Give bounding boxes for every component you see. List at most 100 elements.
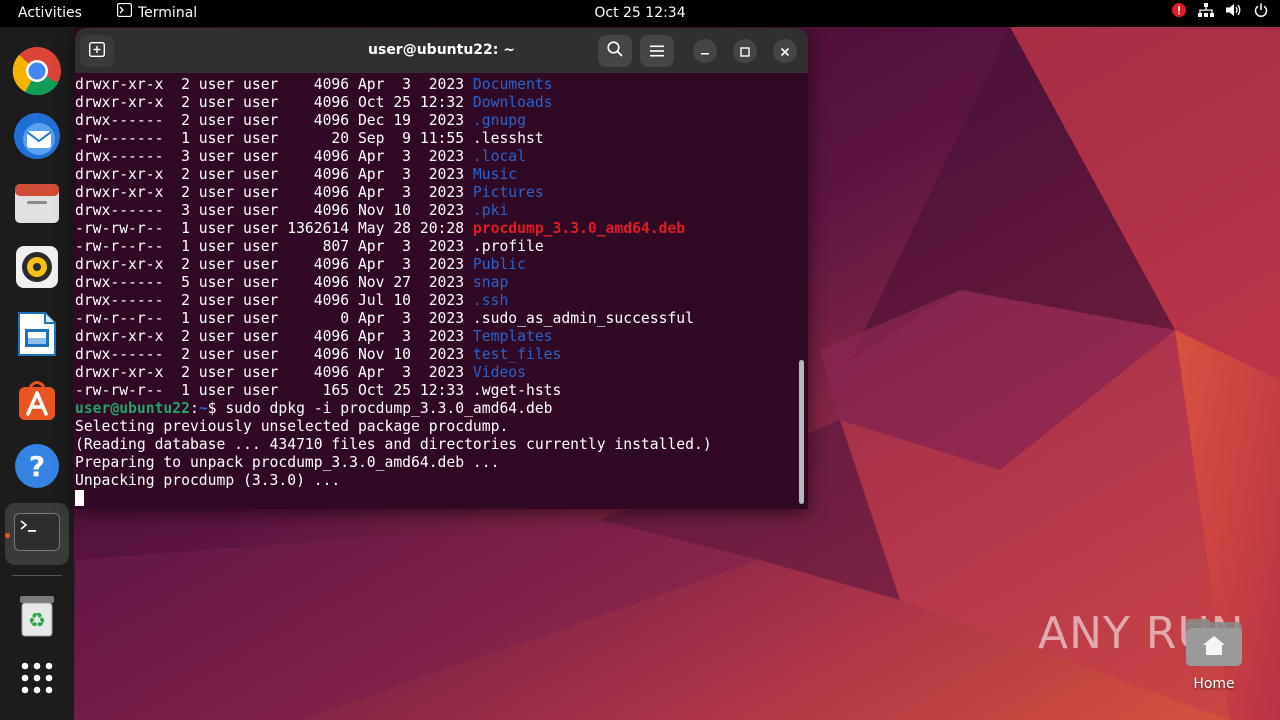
listing-meta: drwxr-xr-x 2 user user 4096 Apr 3 2023	[75, 166, 473, 183]
prompt-colon: :	[189, 400, 199, 417]
dock-terminal[interactable]	[5, 503, 69, 565]
listing-meta: drwxr-xr-x 2 user user 4096 Apr 3 2023	[75, 184, 473, 201]
trash-icon: ♻	[17, 594, 57, 642]
files-icon	[14, 182, 60, 228]
listing-row: -rw-rw-r-- 1 user user 1362614 May 28 20…	[75, 220, 808, 238]
dock-app-center[interactable]	[5, 371, 69, 433]
listing-meta: drwx------ 5 user user 4096 Nov 27 2023	[75, 274, 473, 291]
listing-meta: drwxr-xr-x 2 user user 4096 Apr 3 2023	[75, 256, 473, 273]
dock-trash[interactable]: ♻	[5, 587, 69, 649]
minimize-button[interactable]	[693, 39, 717, 63]
output-line: Unpacking procdump (3.3.0) ...	[75, 472, 341, 489]
close-button[interactable]	[773, 39, 797, 63]
listing-name: .local	[472, 148, 526, 165]
listing-name: Music	[472, 166, 518, 183]
listing-name: test_files	[472, 346, 562, 363]
terminal-icon	[14, 513, 60, 555]
dock-chrome[interactable]	[5, 42, 69, 104]
listing-name: .ssh	[472, 292, 509, 309]
close-icon	[780, 42, 790, 61]
listing-meta: drwx------ 3 user user 4096 Apr 3 2023	[75, 148, 473, 165]
svg-text:♻: ♻	[28, 608, 46, 632]
dock-writer[interactable]	[5, 305, 69, 367]
terminal-scrollbar[interactable]	[799, 360, 804, 504]
top-bar: Activities Terminal Oct 25 12:34	[0, 0, 1280, 27]
listing-name: .wget-hsts	[472, 382, 562, 399]
listing-row: -rw------- 1 user user 20 Sep 9 11:55 .l…	[75, 130, 808, 148]
listing-meta: -rw------- 1 user user 20 Sep 9 11:55	[75, 130, 473, 147]
terminal-window[interactable]: user@ubuntu22: ~ drwxr-xr-x 2 user user …	[75, 28, 808, 509]
cursor-line[interactable]	[75, 490, 808, 508]
clock[interactable]: Oct 25 12:34	[594, 5, 685, 21]
listing-row: drwxr-xr-x 2 user user 4096 Apr 3 2023 T…	[75, 328, 808, 346]
listing-meta: drwx------ 3 user user 4096 Nov 10 2023	[75, 202, 473, 219]
listing-meta: drwxr-xr-x 2 user user 4096 Apr 3 2023	[75, 76, 473, 93]
listing-row: -rw-r--r-- 1 user user 807 Apr 3 2023 .p…	[75, 238, 808, 256]
listing-row: drwxr-xr-x 2 user user 4096 Apr 3 2023 P…	[75, 184, 808, 202]
listing-meta: -rw-rw-r-- 1 user user 165 Oct 25 12:33	[75, 382, 473, 399]
listing-meta: -rw-r--r-- 1 user user 807 Apr 3 2023	[75, 238, 473, 255]
home-folder-icon	[1185, 619, 1243, 672]
thunderbird-icon	[12, 111, 62, 165]
dock-rhythmbox[interactable]	[5, 238, 69, 300]
listing-row: drwx------ 3 user user 4096 Nov 10 2023 …	[75, 202, 808, 220]
power-icon[interactable]	[1254, 0, 1268, 27]
listing-row: drwxr-xr-x 2 user user 4096 Apr 3 2023 P…	[75, 256, 808, 274]
help-icon: ?	[14, 443, 60, 493]
directory-listing: drwxr-xr-x 2 user user 4096 Apr 3 2023 D…	[75, 76, 808, 400]
listing-name: Documents	[472, 76, 553, 93]
terminal-output[interactable]: drwxr-xr-x 2 user user 4096 Apr 3 2023 D…	[75, 76, 808, 509]
listing-row: drwx------ 2 user user 4096 Dec 19 2023 …	[75, 112, 808, 130]
maximize-button[interactable]	[733, 39, 757, 63]
home-label: Home	[1193, 676, 1235, 692]
app-menu-button[interactable]: Terminal	[116, 0, 197, 27]
volume-icon[interactable]	[1226, 0, 1242, 27]
listing-row: drwxr-xr-x 2 user user 4096 Oct 25 12:32…	[75, 94, 808, 112]
output-line: Preparing to unpack procdump_3.3.0_amd64…	[75, 454, 500, 471]
writer-icon	[17, 311, 57, 361]
listing-meta: -rw-r--r-- 1 user user 0 Apr 3 2023	[75, 310, 473, 327]
listing-name: Pictures	[472, 184, 544, 201]
menu-button[interactable]	[640, 35, 674, 67]
listing-name: snap	[472, 274, 509, 291]
output-line: (Reading database ... 434710 files and d…	[75, 436, 712, 453]
listing-row: -rw-r--r-- 1 user user 0 Apr 3 2023 .sud…	[75, 310, 808, 328]
listing-name: .lesshst	[472, 130, 544, 147]
new-tab-button[interactable]	[80, 35, 114, 67]
listing-row: drwx------ 5 user user 4096 Nov 27 2023 …	[75, 274, 808, 292]
listing-name: .profile	[472, 238, 544, 255]
svg-text:?: ?	[29, 450, 45, 483]
command-line: user@ubuntu22:~$ sudo dpkg -i procdump_3…	[75, 400, 808, 418]
listing-meta: -rw-rw-r-- 1 user user 1362614 May 28 20…	[75, 220, 473, 237]
listing-row: drwxr-xr-x 2 user user 4096 Apr 3 2023 D…	[75, 76, 808, 94]
command-text: sudo dpkg -i procdump_3.3.0_amd64.deb	[225, 400, 553, 417]
prompt-path: ~	[198, 400, 208, 417]
text-cursor	[75, 490, 84, 506]
listing-row: -rw-rw-r-- 1 user user 165 Oct 25 12:33 …	[75, 382, 808, 400]
activities-button[interactable]: Activities	[18, 0, 82, 27]
maximize-icon	[740, 42, 750, 61]
search-button[interactable]	[598, 35, 632, 67]
listing-row: drwx------ 3 user user 4096 Apr 3 2023 .…	[75, 148, 808, 166]
dock-thunderbird[interactable]	[5, 107, 69, 169]
listing-meta: drwxr-xr-x 2 user user 4096 Apr 3 2023	[75, 328, 473, 345]
network-icon[interactable]	[1198, 0, 1214, 27]
dock: ? ♻	[0, 27, 74, 720]
dock-show-apps[interactable]	[5, 649, 69, 711]
minimize-icon	[700, 42, 710, 61]
listing-meta: drwxr-xr-x 2 user user 4096 Apr 3 2023	[75, 364, 473, 381]
listing-name: .gnupg	[472, 112, 526, 129]
listing-row: drwx------ 2 user user 4096 Jul 10 2023 …	[75, 292, 808, 310]
dock-files[interactable]	[5, 174, 69, 236]
system-tray[interactable]	[1172, 0, 1268, 27]
terminal-running-indicator	[5, 533, 10, 538]
app-center-icon	[15, 378, 59, 426]
desktop-home-icon[interactable]: Home	[1183, 618, 1245, 692]
prompt-user: user@ubuntu22	[75, 400, 190, 417]
listing-name: Videos	[472, 364, 526, 381]
terminal-header-bar[interactable]: user@ubuntu22: ~	[75, 28, 808, 73]
listing-row: drwxr-xr-x 2 user user 4096 Apr 3 2023 V…	[75, 364, 808, 382]
listing-name: procdump_3.3.0_amd64.deb	[472, 220, 686, 237]
dock-help[interactable]: ?	[5, 437, 69, 499]
alert-icon[interactable]	[1172, 0, 1186, 27]
